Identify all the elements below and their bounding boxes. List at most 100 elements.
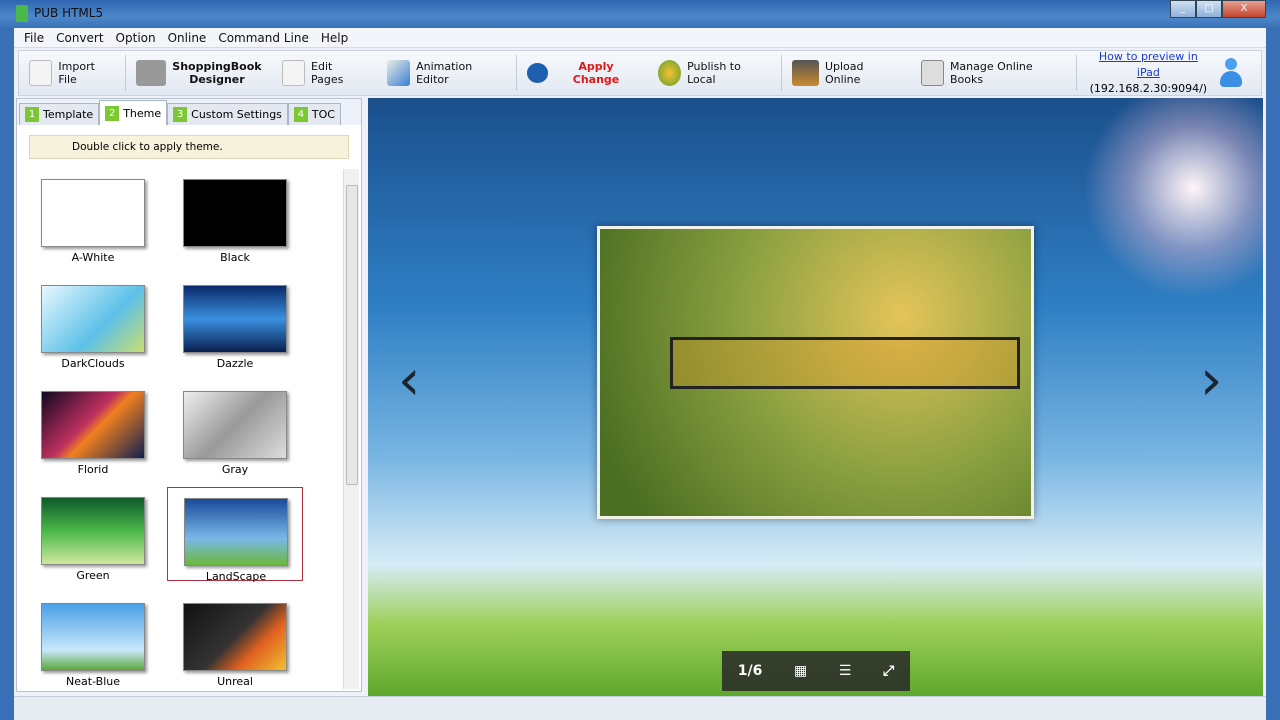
tab-bar: 1 Template 2 Theme 3 Custom Settings 4 TOC	[17, 99, 361, 125]
theme-thumbnail	[183, 603, 287, 671]
tab-number: 3	[173, 107, 188, 122]
menu-help[interactable]: Help	[315, 28, 354, 47]
theme-label: Dazzle	[216, 357, 254, 370]
animation-editor-label: Animation Editor	[416, 60, 473, 86]
toc-list-icon[interactable]: ☰	[839, 663, 852, 679]
scrollbar[interactable]	[343, 169, 359, 689]
manage-label: Manage Online Books	[949, 60, 1033, 86]
theme-thumbnail	[41, 391, 145, 459]
theme-item[interactable]: DarkClouds	[25, 275, 161, 370]
theme-label: DarkClouds	[61, 357, 125, 370]
page-text-box	[670, 337, 1020, 389]
scrollbar-thumb[interactable]	[346, 185, 358, 485]
edit-pages-icon	[281, 60, 306, 86]
theme-label: A-White	[71, 251, 115, 264]
tab-toc[interactable]: 4 TOC	[287, 103, 341, 125]
title-bar: PUB HTML5 _ □ X	[0, 0, 1280, 28]
manage-online-books-button[interactable]: Manage Online Books	[911, 51, 1077, 95]
tab-template[interactable]: 1 Template	[19, 103, 100, 125]
menu-command-line[interactable]: Command Line	[212, 28, 315, 47]
tab-number: 4	[293, 107, 308, 122]
minimize-button[interactable]: _	[1170, 0, 1196, 18]
shoppingbook-designer-button[interactable]: ShoppingBook Designer	[126, 51, 271, 95]
theme-item[interactable]: Neat-Blue	[25, 593, 161, 688]
animation-editor-icon	[386, 60, 411, 86]
tab-number: 1	[25, 107, 39, 122]
theme-item[interactable]: Florid	[25, 381, 161, 476]
publish-label: Publish to Local	[687, 60, 741, 86]
menu-option[interactable]: Option	[110, 28, 162, 47]
user-avatar-icon[interactable]	[1219, 58, 1243, 88]
status-bar	[14, 696, 1266, 720]
import-file-icon	[29, 60, 53, 86]
fullscreen-icon[interactable]: ⤢	[883, 663, 894, 679]
tab-custom-settings[interactable]: 3 Custom Settings	[167, 103, 288, 125]
tab-label: Custom Settings	[191, 108, 282, 121]
theme-thumbnail	[41, 497, 145, 565]
theme-thumbnail	[41, 179, 145, 247]
shoppingbook-label-2: Designer	[189, 73, 245, 86]
menu-online[interactable]: Online	[162, 28, 213, 47]
sun-glow	[1083, 98, 1263, 298]
theme-label: Green	[76, 569, 110, 582]
tab-label: TOC	[311, 108, 335, 121]
shoppingbook-label: ShoppingBook Designer	[172, 60, 261, 86]
theme-item[interactable]: Unreal	[167, 593, 303, 688]
main-window: File Convert Option Online Command Line …	[14, 28, 1266, 720]
tab-label: Template	[43, 108, 94, 121]
theme-label: Black	[220, 251, 250, 264]
upload-label: Upload Online	[824, 60, 864, 86]
shoppingbook-label-1: ShoppingBook	[172, 60, 262, 73]
theme-label: LandScape	[205, 570, 267, 583]
theme-panel: 1 Template 2 Theme 3 Custom Settings 4 TOC D…	[16, 98, 362, 692]
publish-to-local-button[interactable]: Publish to Local	[648, 51, 781, 95]
import-file-label: Import File	[58, 60, 95, 86]
tab-number: 2	[105, 105, 120, 121]
apply-change-button[interactable]: Apply Change	[517, 51, 648, 95]
import-file-button[interactable]: Import File	[19, 51, 125, 95]
upload-online-button[interactable]: Upload Online	[782, 51, 911, 95]
theme-item[interactable]: Green	[25, 487, 161, 582]
theme-item[interactable]: Dazzle	[167, 275, 303, 370]
animation-editor-button[interactable]: Animation Editor	[377, 51, 516, 95]
preview-address: (192.168.2.30:9094/)	[1089, 82, 1208, 95]
window-title: PUB HTML5	[34, 6, 104, 20]
theme-label: Florid	[77, 463, 109, 476]
preview-info: How to preview in iPad (192.168.2.30:9094…	[1077, 49, 1219, 97]
edit-pages-button[interactable]: Edit Pages	[272, 51, 377, 95]
theme-item[interactable]: A-White	[25, 169, 161, 264]
cart-icon	[136, 60, 167, 86]
theme-item[interactable]: Black	[167, 169, 303, 264]
theme-item[interactable]: Gray	[167, 381, 303, 476]
theme-label: Neat-Blue	[66, 675, 120, 688]
hint-text: Double click to apply theme.	[29, 135, 349, 159]
menu-bar: File Convert Option Online Command Line …	[14, 28, 1266, 48]
book-preview: ‹ › 1/6 ▦ ☰ ⤢	[368, 98, 1263, 696]
refresh-icon	[526, 63, 549, 83]
tab-theme[interactable]: 2 Theme	[99, 100, 168, 125]
menu-convert[interactable]: Convert	[50, 28, 109, 47]
gears-icon	[657, 60, 682, 86]
close-button[interactable]: X	[1222, 0, 1266, 18]
page-indicator: 1/6	[737, 663, 763, 679]
upload-icon	[791, 60, 819, 86]
thumbnails-icon[interactable]: ▦	[794, 663, 807, 679]
theme-label: Gray	[221, 463, 249, 476]
app-icon	[16, 5, 28, 22]
theme-item[interactable]: LandScape	[167, 487, 303, 583]
next-page-arrow-icon[interactable]: ›	[1200, 348, 1222, 413]
edit-pages-label: Edit Pages	[311, 60, 344, 86]
toolbar: Import File ShoppingBook Designer Edit Pa…	[18, 50, 1262, 96]
preview-ipad-link[interactable]: How to preview in iPad	[1099, 50, 1198, 79]
theme-thumbnail	[184, 498, 288, 566]
theme-thumbnail	[183, 179, 287, 247]
theme-thumbnail	[183, 391, 287, 459]
apply-change-label: Apply Change	[572, 60, 620, 86]
prev-page-arrow-icon[interactable]: ‹	[398, 348, 420, 413]
theme-thumbnail	[183, 285, 287, 353]
theme-thumbnail	[41, 285, 145, 353]
maximize-button[interactable]: □	[1196, 0, 1222, 18]
menu-file[interactable]: File	[18, 28, 50, 47]
book-page[interactable]	[597, 226, 1034, 519]
theme-thumbnail	[41, 603, 145, 671]
